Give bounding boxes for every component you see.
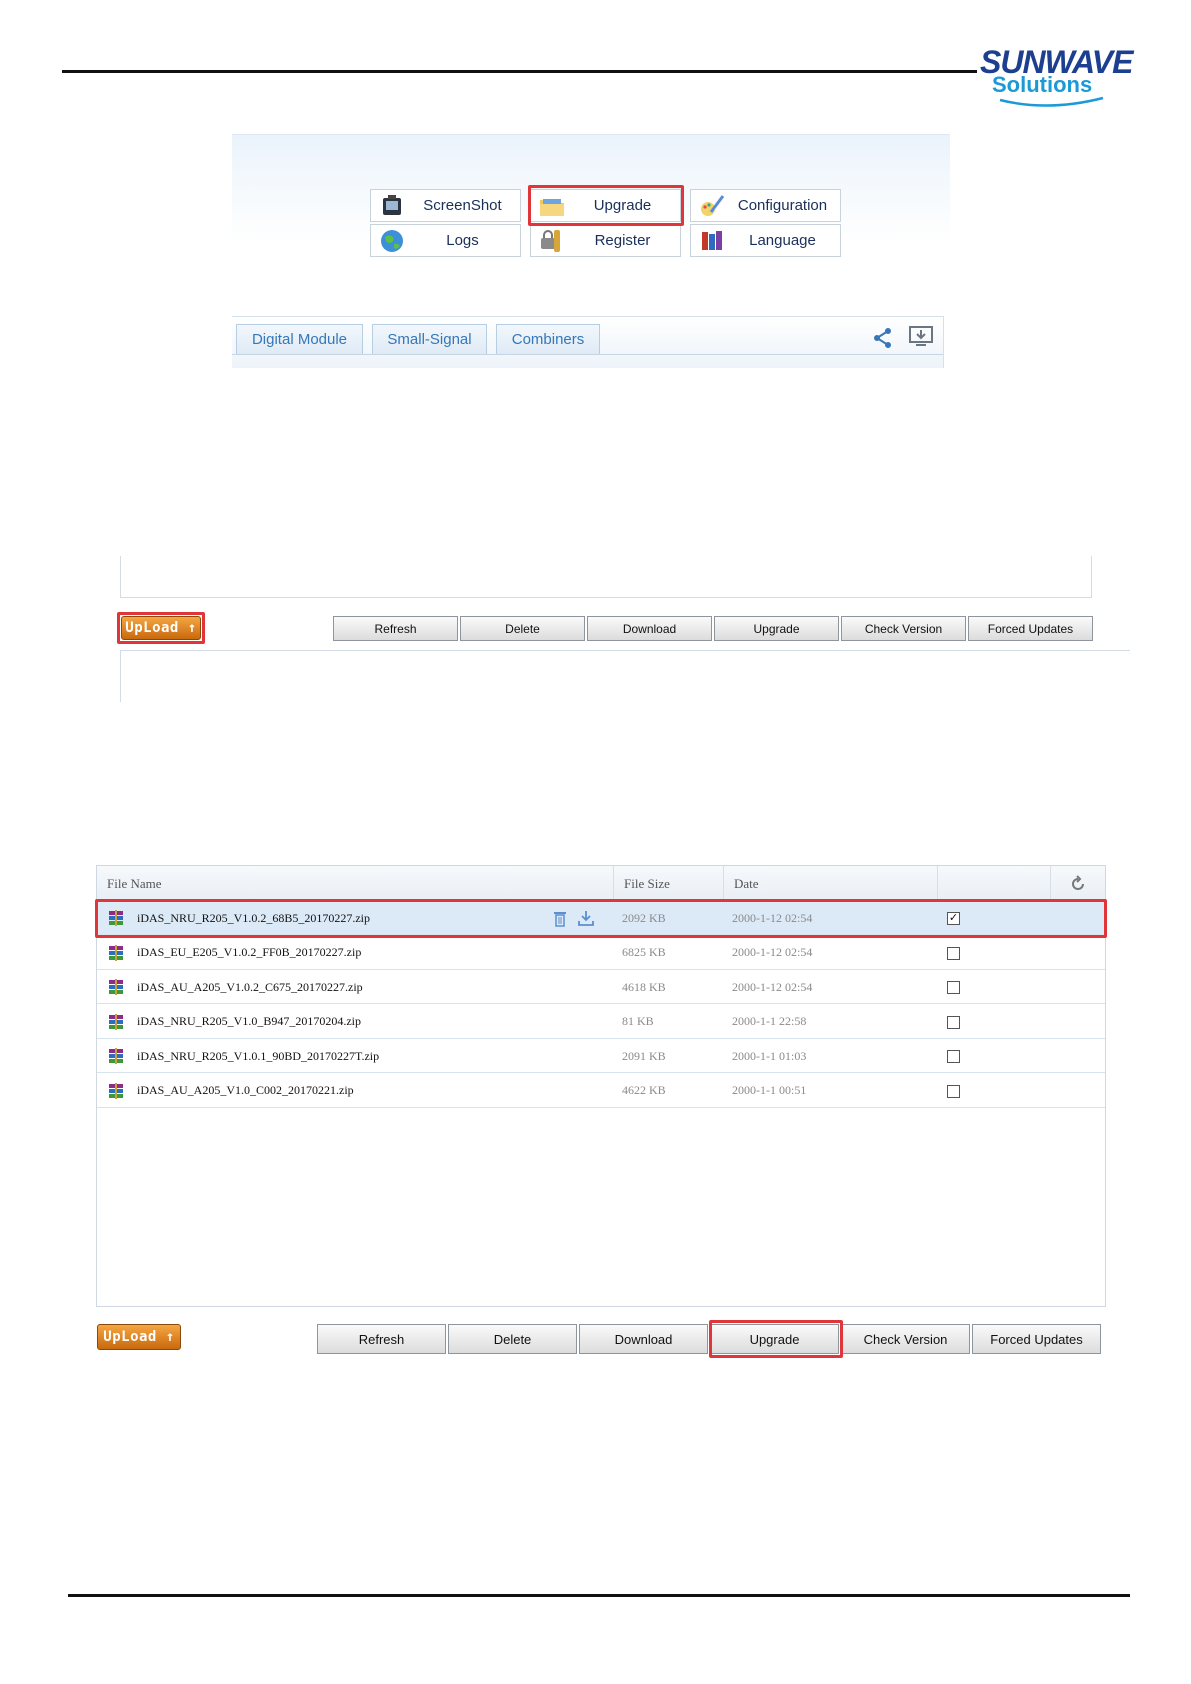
configuration-button[interactable]: Configuration (690, 189, 841, 222)
file-size: 4622 KB (622, 1083, 666, 1097)
zip-archive-icon (109, 979, 123, 995)
upload-frame-top (120, 556, 1092, 598)
col-file-name[interactable]: File Name (97, 866, 614, 901)
camera-icon (383, 194, 401, 215)
monitor-download-icon[interactable] (908, 325, 934, 349)
download-button[interactable]: Download (587, 616, 712, 641)
check-version-button-2[interactable]: Check Version (841, 1324, 970, 1354)
upload-highlight-box (117, 612, 205, 644)
file-size: 81 KB (622, 1014, 654, 1028)
row-checkbox[interactable] (947, 981, 960, 994)
file-date: 2000-1-1 22:58 (732, 1014, 807, 1028)
refresh-button[interactable]: Refresh (333, 616, 458, 641)
col-date[interactable]: Date (724, 866, 938, 901)
zip-archive-icon (109, 944, 123, 961)
zip-archive-icon (109, 1082, 123, 1099)
logo-swoosh-icon (999, 96, 1104, 107)
tab-small-signal[interactable]: Small-Signal (372, 324, 487, 354)
share-icon[interactable] (872, 327, 894, 349)
language-label: Language (749, 232, 816, 249)
selected-row-highlight-box (95, 899, 1107, 938)
screenshot-label: ScreenShot (423, 197, 502, 214)
zip-archive-icon (109, 1013, 123, 1030)
logo-line2: Solutions (992, 72, 1093, 97)
paint-brush-icon (701, 194, 725, 216)
tabs-baseline (232, 354, 943, 355)
logs-button[interactable]: Logs (370, 224, 521, 257)
upgrade-button[interactable]: Upgrade (714, 616, 839, 641)
footer-rule (68, 1594, 1130, 1597)
file-size: 4618 KB (622, 979, 666, 994)
table-row[interactable]: iDAS_EU_E205_V1.0.2_FF0B_20170227.zip 682… (97, 936, 1105, 970)
logs-label: Logs (446, 232, 479, 249)
delete-button[interactable]: Delete (460, 616, 585, 641)
col-select (938, 866, 1051, 901)
table-row[interactable]: iDAS_AU_A205_V1.0_C002_20170221.zip 4622 … (97, 1074, 1105, 1108)
row-checkbox[interactable] (947, 946, 960, 960)
refresh-button-2[interactable]: Refresh (317, 1324, 446, 1354)
table-header: File Name File Size Date (97, 866, 1105, 901)
row-checkbox[interactable] (947, 1084, 960, 1098)
refresh-icon[interactable] (1069, 875, 1087, 893)
file-name: iDAS_NRU_R205_V1.0_B947_20170204.zip (137, 1014, 362, 1028)
tab-combiners[interactable]: Combiners (496, 324, 600, 354)
forced-updates-button-2[interactable]: Forced Updates (972, 1324, 1101, 1354)
forced-updates-button[interactable]: Forced Updates (968, 616, 1093, 641)
file-size: 2091 KB (622, 1048, 666, 1063)
module-tabs-bar: Digital Module Small-Signal Combiners (232, 316, 944, 368)
upload-button-2[interactable]: UpLoad ↑ (97, 1324, 181, 1350)
screenshot-button[interactable]: ScreenShot (370, 189, 521, 222)
file-date: 2000-1-1 01:03 (732, 1048, 807, 1063)
upgrade-highlight-box (528, 185, 684, 226)
download-button-2[interactable]: Download (579, 1324, 708, 1354)
table-row[interactable]: iDAS_NRU_R205_V1.0.1_90BD_20170227T.zip 2… (97, 1039, 1105, 1073)
configuration-label: Configuration (737, 197, 828, 214)
upgrade-button-highlight-box (709, 1320, 843, 1358)
file-date: 2000-1-12 02:54 (732, 945, 813, 959)
register-button[interactable]: Register (530, 224, 681, 257)
file-name: iDAS_EU_E205_V1.0.2_FF0B_20170227.zip (137, 945, 362, 959)
sunwave-logo: SUNWAVE Solutions (978, 44, 1138, 108)
zip-archive-icon (109, 1048, 123, 1064)
row-checkbox[interactable] (947, 1015, 960, 1029)
table-row[interactable]: iDAS_NRU_R205_V1.0_B947_20170204.zip 81 K… (97, 1005, 1105, 1039)
table-row[interactable]: iDAS_AU_A205_V1.0.2_C675_20170227.zip 461… (97, 970, 1105, 1004)
upload-frame-bottom (120, 650, 1130, 702)
check-version-button[interactable]: Check Version (841, 616, 966, 641)
register-label: Register (594, 232, 651, 249)
delete-button-2[interactable]: Delete (448, 1324, 577, 1354)
file-size: 6825 KB (622, 945, 666, 959)
col-file-size[interactable]: File Size (614, 866, 724, 901)
books-icon (702, 230, 722, 250)
lock-icon (541, 229, 560, 252)
header-rule (62, 70, 977, 73)
tab-digital-module[interactable]: Digital Module (236, 324, 363, 354)
file-name: iDAS_AU_A205_V1.0.2_C675_20170227.zip (137, 979, 363, 994)
file-date: 2000-1-12 02:54 (732, 979, 813, 994)
row-checkbox[interactable] (947, 1050, 960, 1063)
globe-icon (381, 229, 403, 252)
file-name: iDAS_NRU_R205_V1.0.1_90BD_20170227T.zip (137, 1048, 380, 1063)
file-name: iDAS_AU_A205_V1.0_C002_20170221.zip (137, 1083, 354, 1097)
language-button[interactable]: Language (690, 224, 841, 257)
toolbar-small: Refresh Delete Download Upgrade Check Ve… (333, 616, 1095, 641)
file-date: 2000-1-1 00:51 (732, 1083, 807, 1097)
